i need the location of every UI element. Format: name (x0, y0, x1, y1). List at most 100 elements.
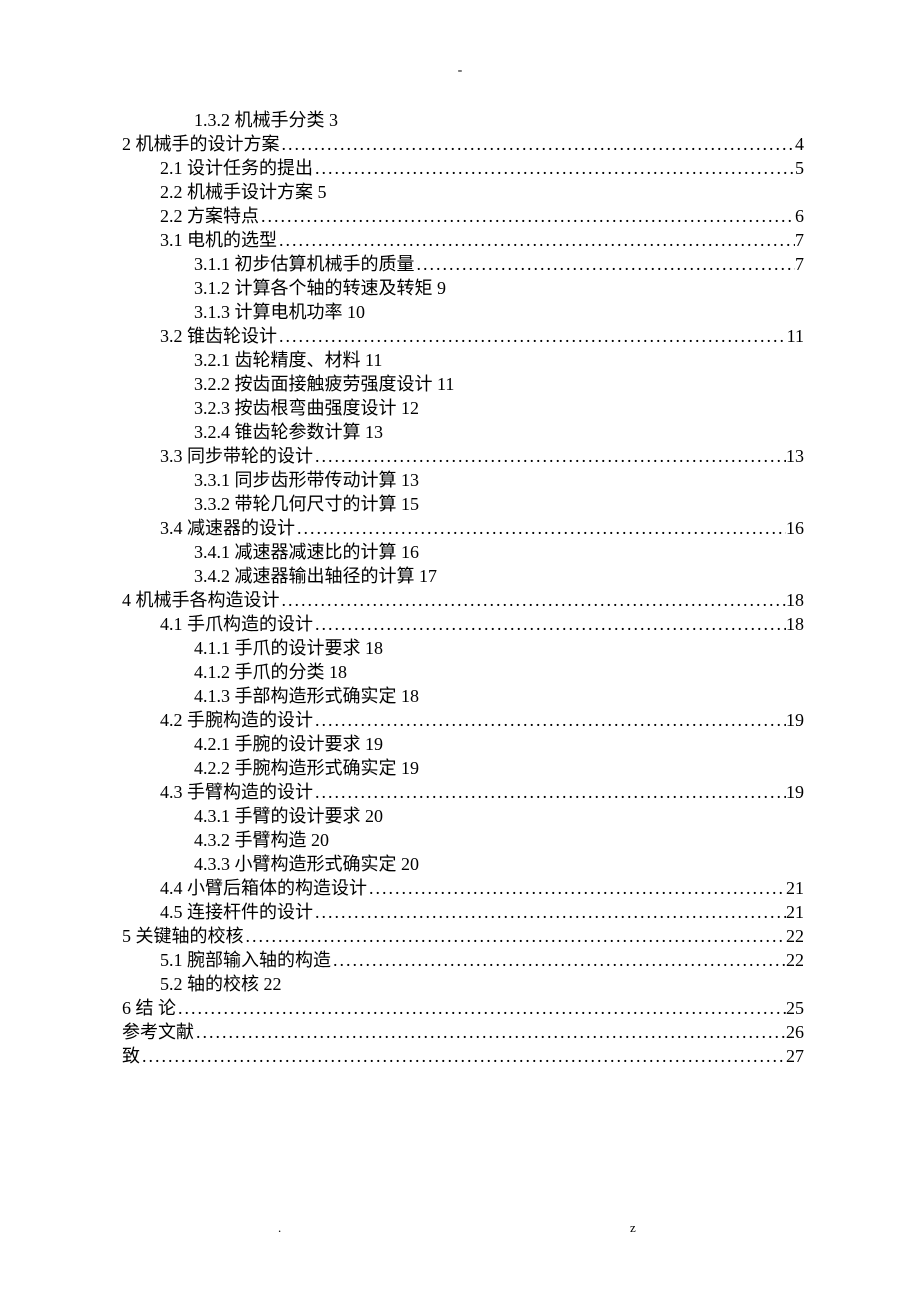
toc-leader-dots (277, 324, 787, 348)
toc-entry: 3.3.1 同步齿形带传动计算 13 (122, 468, 804, 492)
toc-entry: 4.1.2 手爪的分类 18 (122, 660, 804, 684)
toc-entry: 3.1 电机的选型 7 (122, 228, 804, 252)
toc-label: 4.4 小臂后箱体的构造设计 (160, 876, 367, 900)
toc-page-number: 22 (786, 924, 804, 948)
toc-entry: 4.4 小臂后箱体的构造设计 21 (122, 876, 804, 900)
toc-leader-dots (313, 708, 786, 732)
toc-entry: 3.4 减速器的设计16 (122, 516, 804, 540)
toc-page-number: 7 (795, 228, 804, 252)
toc-label: 2.2 机械手设计方案 5 (160, 180, 327, 204)
toc-label: 3.1.2 计算各个轴的转速及转矩 9 (194, 276, 446, 300)
toc-entry: 3.4.1 减速器减速比的计算 16 (122, 540, 804, 564)
toc-page-number: 19 (786, 780, 804, 804)
toc-label: 3.4.2 减速器输出轴径的计算 17 (194, 564, 437, 588)
toc-entry: 4.3.2 手臂构造 20 (122, 828, 804, 852)
toc-page-number: 25 (786, 996, 804, 1020)
toc-leader-dots (176, 996, 786, 1020)
toc-label: 4.1.2 手爪的分类 18 (194, 660, 347, 684)
toc-entry: 4 机械手各构造设计18 (122, 588, 804, 612)
toc-entry: 4.5 连接杆件的设计 21 (122, 900, 804, 924)
toc-entry: 3.2.4 锥齿轮参数计算 13 (122, 420, 804, 444)
toc-label: 3.2.1 齿轮精度、材料 11 (194, 348, 382, 372)
toc-entry: 4.3 手臂构造的设计19 (122, 780, 804, 804)
toc-leader-dots (313, 900, 786, 924)
toc-entry: 4.2 手腕构造的设计 19 (122, 708, 804, 732)
toc-page-number: 4 (795, 132, 804, 156)
toc-label: 4.2.2 手腕构造形式确实定 19 (194, 756, 419, 780)
toc-entry: 3.2 锥齿轮设计 11 (122, 324, 804, 348)
toc-page-number: 18 (786, 588, 804, 612)
toc-label: 2.1 设计任务的提出 (160, 156, 313, 180)
toc-label: 4.1.1 手爪的设计要求 18 (194, 636, 383, 660)
toc-entry: 4.1.3 手部构造形式确实定 18 (122, 684, 804, 708)
toc-label: 3.2 锥齿轮设计 (160, 324, 277, 348)
footer-right-mark: z (630, 1220, 636, 1236)
toc-entry: 1.3.2 机械手分类 3 (122, 108, 804, 132)
toc-page-number: 27 (786, 1044, 804, 1068)
header-mark: - (0, 63, 920, 79)
toc-entry: 2.1 设计任务的提出 5 (122, 156, 804, 180)
toc-label: 4.5 连接杆件的设计 (160, 900, 313, 924)
toc-leader-dots (244, 924, 787, 948)
toc-label: 4.1.3 手部构造形式确实定 18 (194, 684, 419, 708)
toc-label: 4.3.3 小臂构造形式确实定 20 (194, 852, 419, 876)
toc-page-number: 6 (795, 204, 804, 228)
toc-page-number: 18 (786, 612, 804, 636)
toc-page-number: 19 (786, 708, 804, 732)
toc-entry: 4.2.2 手腕构造形式确实定 19 (122, 756, 804, 780)
toc-page-number: 13 (786, 444, 804, 468)
toc-leader-dots (415, 252, 796, 276)
toc-leader-dots (367, 876, 786, 900)
toc-leader-dots (259, 204, 795, 228)
toc-page-number: 11 (787, 324, 804, 348)
toc-leader-dots (280, 132, 796, 156)
toc-page-number: 22 (786, 948, 804, 972)
toc-leader-dots (277, 228, 795, 252)
toc-entry: 3.2.3 按齿根弯曲强度设计 12 (122, 396, 804, 420)
toc-entry: 4.3.3 小臂构造形式确实定 20 (122, 852, 804, 876)
toc-page-number: 21 (786, 900, 804, 924)
toc-label: 4.2 手腕构造的设计 (160, 708, 313, 732)
toc-entry: 3.1.3 计算电机功率 10 (122, 300, 804, 324)
toc-label: 4.3.1 手臂的设计要求 20 (194, 804, 383, 828)
toc-label: 3.1.1 初步估算机械手的质量 (194, 252, 415, 276)
toc-label: 6 结 论 (122, 996, 176, 1020)
toc-page-number: 26 (786, 1020, 804, 1044)
toc-entry: 2.2 方案特点 6 (122, 204, 804, 228)
toc-leader-dots (313, 780, 786, 804)
toc-page-number: 7 (795, 252, 804, 276)
toc-entry: 6 结 论 25 (122, 996, 804, 1020)
toc-label: 4.1 手爪构造的设计 (160, 612, 313, 636)
toc-entry: 3.4.2 减速器输出轴径的计算 17 (122, 564, 804, 588)
toc-entry: 3.3 同步带轮的设计 13 (122, 444, 804, 468)
toc-leader-dots (313, 444, 786, 468)
toc-leader-dots (331, 948, 786, 972)
toc-page-number: 21 (786, 876, 804, 900)
toc-label: 3.4 减速器的设计 (160, 516, 295, 540)
toc-entry: 参考文献26 (122, 1020, 804, 1044)
toc-label: 2.2 方案特点 (160, 204, 259, 228)
toc-label: 3.3.1 同步齿形带传动计算 13 (194, 468, 419, 492)
toc-entry: 3.1.2 计算各个轴的转速及转矩 9 (122, 276, 804, 300)
toc-entry: 5 关键轴的校核 22 (122, 924, 804, 948)
toc-entry: 5.2 轴的校核 22 (122, 972, 804, 996)
toc-label: 5 关键轴的校核 (122, 924, 244, 948)
toc-leader-dots (295, 516, 786, 540)
toc-label: 4.2.1 手腕的设计要求 19 (194, 732, 383, 756)
toc-label: 3.1.3 计算电机功率 10 (194, 300, 365, 324)
toc-label: 3.3 同步带轮的设计 (160, 444, 313, 468)
toc-entry: 3.3.2 带轮几何尺寸的计算 15 (122, 492, 804, 516)
toc-label: 3.2.2 按齿面接触疲劳强度设计 11 (194, 372, 454, 396)
toc-entry: 3.1.1 初步估算机械手的质量 7 (122, 252, 804, 276)
toc-entry: 3.2.2 按齿面接触疲劳强度设计 11 (122, 372, 804, 396)
toc-label: 5.1 腕部输入轴的构造 (160, 948, 331, 972)
toc-label: 3.1 电机的选型 (160, 228, 277, 252)
toc-page-number: 5 (795, 156, 804, 180)
toc-leader-dots (313, 156, 795, 180)
toc-label: 3.2.4 锥齿轮参数计算 13 (194, 420, 383, 444)
toc-leader-dots (313, 612, 786, 636)
toc-entry: 2 机械手的设计方案4 (122, 132, 804, 156)
toc-leader-dots (140, 1044, 786, 1068)
toc-entry: 4.1.1 手爪的设计要求 18 (122, 636, 804, 660)
toc-entry: 4.1 手爪构造的设计 18 (122, 612, 804, 636)
